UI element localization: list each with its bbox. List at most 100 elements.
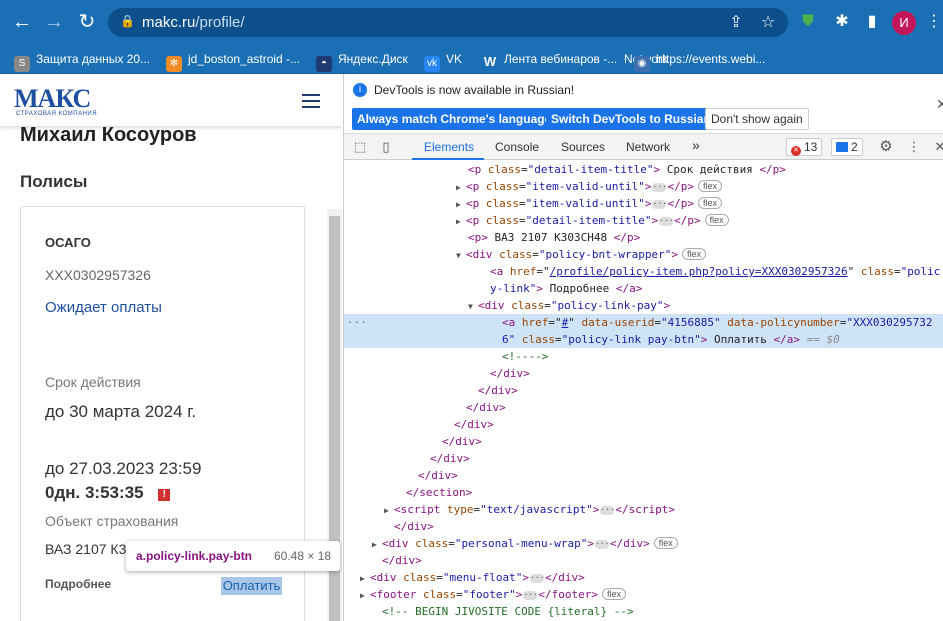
devtools-menu-icon[interactable]: ⋮ — [906, 139, 922, 155]
vk-icon: vk — [424, 56, 440, 72]
shield-extension-icon[interactable]: ⛊ — [798, 12, 818, 32]
dom-node-line[interactable]: ▶ <div class="menu-float">···</div> — [360, 569, 585, 586]
address-bar[interactable]: 🔒 makc.ru/profile/ ⇪ ☆ — [108, 8, 788, 37]
dom-node-line[interactable]: <a href="/profile/policy-item.php?policy… — [490, 263, 940, 280]
joomla-icon: ✻ — [166, 56, 182, 72]
devtools-toolbar: ⬚ ▯ Elements Console Sources Network » ✕… — [344, 134, 943, 160]
due-date: до 27.03.2023 23:59 — [45, 459, 202, 478]
dom-node-line[interactable]: </div> — [490, 365, 530, 382]
pay-link[interactable]: Оплатить — [221, 577, 282, 595]
dom-node-line[interactable]: 6" class="policy-link pay-btn"> Оплатить… — [344, 331, 943, 348]
dom-node-line[interactable]: </div> — [478, 382, 518, 399]
more-link[interactable]: Подробнее — [45, 577, 111, 591]
dont-show-button[interactable]: Don't show again — [705, 108, 809, 130]
inspect-element-icon[interactable]: ⬚ — [352, 139, 368, 155]
dom-node-line[interactable]: </div> — [430, 450, 470, 467]
more-tabs-icon[interactable]: » — [692, 137, 700, 153]
bookmark-item[interactable]: ◓ Яндекс.Диск — [316, 50, 408, 72]
extensions-puzzle-icon[interactable]: ✱ — [832, 12, 852, 32]
dom-node-line[interactable]: ▶ <p class="item-valid-until">···</p> flex — [456, 195, 722, 212]
share-icon[interactable]: ⇪ — [726, 13, 746, 33]
dom-node-line[interactable]: ▶ <div class="personal-menu-wrap">···</di… — [372, 535, 678, 552]
policy-number: XXX0302957326 — [45, 267, 151, 283]
message-count-badge[interactable]: 2 — [831, 138, 863, 156]
site-logo[interactable]: МАКС — [14, 84, 91, 114]
w-icon: W — [483, 54, 497, 69]
bookmarks-bar: S Защита данных 20... ✻ jd_boston_astroid … — [0, 44, 943, 74]
dom-node-line[interactable]: ▶ <footer class="footer">···</footer> flex — [360, 586, 626, 603]
bookmark-item[interactable]: S Защита данных 20... — [14, 50, 150, 72]
policy-type: ОСАГО — [45, 235, 91, 250]
tab-network[interactable]: Network — [626, 140, 670, 154]
forward-icon[interactable]: → — [42, 10, 66, 34]
bookmark-item[interactable]: ◉ https://events.webi... — [634, 50, 765, 72]
settings-gear-icon[interactable]: ⚙ — [878, 139, 894, 155]
devtools-infobar: i DevTools is now available in Russian! … — [344, 74, 943, 134]
infobar-text: DevTools is now available in Russian! — [374, 83, 575, 97]
url-text: makc.ru/profile/ — [142, 14, 245, 31]
section-title: Полисы — [20, 172, 88, 191]
tab-console[interactable]: Console — [495, 140, 539, 154]
dom-node-line[interactable]: <!----> — [502, 348, 548, 365]
dom-node-line[interactable]: ▼ <div class="policy-link-pay"> — [468, 297, 670, 314]
object-value: ВАЗ 2107 К3 — [45, 541, 127, 557]
dom-node-line[interactable]: </div> — [466, 399, 506, 416]
warning-icon: ! — [158, 489, 171, 501]
globe-icon: ◉ — [634, 56, 650, 72]
scalable-icon: S — [14, 56, 30, 72]
close-icon[interactable]: ✕ — [936, 96, 943, 113]
dom-node-line[interactable]: </div> — [442, 433, 482, 450]
side-panel-icon[interactable]: ▮ — [862, 12, 882, 32]
dom-node-line[interactable]: ··· <a href="#" data-userid="4156885" dat… — [344, 314, 943, 331]
user-name: Михаил Косоуров — [20, 124, 197, 146]
tab-sources[interactable]: Sources — [561, 140, 605, 154]
dom-node-line[interactable]: ▼ <div class="policy-bnt-wrapper"> flex — [456, 246, 706, 263]
tab-elements[interactable]: Elements — [424, 140, 474, 154]
dom-node-line[interactable]: ▶ <p class="detail-item-title">···</p> fle… — [456, 212, 729, 229]
inspect-tooltip: a.policy-link.pay-btn 60.48 × 18 — [126, 541, 340, 571]
validity-value: до 30 марта 2024 г. — [45, 402, 197, 421]
bookmark-item[interactable]: vk VK — [424, 50, 462, 72]
error-icon: ✕ — [791, 146, 801, 156]
dom-node-line[interactable]: </div> — [454, 416, 494, 433]
elements-tree: <p class="detail-item-title"> Срок дейст… — [344, 160, 943, 621]
dom-node-line[interactable]: <p> ВАЗ 2107 К303СН48 </p> — [468, 229, 640, 246]
message-icon — [836, 142, 848, 152]
dom-node-line[interactable]: ▶ <script type="text/javascript">···</scr… — [384, 501, 675, 518]
object-label: Объект страхования — [45, 513, 179, 529]
dom-node-line[interactable]: ▶ <p class="item-valid-until">···</p> flex — [456, 178, 722, 195]
bookmark-item[interactable]: W Лента вебинаров -... — [482, 50, 617, 69]
yandex-disk-icon: ◓ — [316, 56, 332, 72]
bookmark-star-icon[interactable]: ☆ — [758, 13, 778, 33]
menu-kebab-icon[interactable]: ⋮ — [924, 12, 943, 32]
back-icon[interactable]: ← — [10, 10, 34, 34]
lock-icon: 🔒 — [120, 14, 135, 28]
site-header: МАКС СТРАХОВАЯ КОМПАНИЯ — [0, 74, 342, 126]
dom-node-line[interactable]: <p class="detail-item-title"> Срок дейст… — [468, 161, 786, 178]
site-logo-subtitle: СТРАХОВАЯ КОМПАНИЯ — [16, 111, 98, 117]
device-toggle-icon[interactable]: ▯ — [378, 139, 394, 155]
dom-node-line[interactable]: </div> — [394, 518, 434, 535]
dom-node-line[interactable]: </div> — [382, 552, 422, 569]
tooltip-selector: a.policy-link.pay-btn — [136, 549, 253, 563]
reload-icon[interactable]: ↻ — [75, 10, 99, 34]
validity-label: Срок действия — [45, 374, 141, 390]
error-count-badge[interactable]: ✕ 13 — [786, 138, 823, 156]
profile-avatar[interactable]: И — [892, 11, 916, 35]
policy-status: Ожидает оплаты — [45, 299, 162, 316]
countdown: 0дн. 3:53:35 ! — [45, 483, 171, 503]
website-viewport: МАКС СТРАХОВАЯ КОМПАНИЯ Михаил Косоуров … — [0, 74, 342, 621]
tooltip-size: 60.48 × 18 — [274, 549, 332, 563]
devtools-panel: i DevTools is now available in Russian! … — [343, 74, 943, 621]
bookmark-item[interactable]: ✻ jd_boston_astroid -... — [166, 50, 300, 72]
dom-node-line[interactable]: <!-- BEGIN JIVOSITE CODE {literal} --> — [382, 603, 634, 620]
close-devtools-icon[interactable]: ✕ — [932, 139, 943, 155]
match-language-button[interactable]: Always match Chrome's language — [352, 108, 557, 130]
dom-node-line[interactable]: y-link"> Подробнее </a> — [490, 280, 642, 297]
dom-node-line[interactable]: </div> — [418, 467, 458, 484]
hamburger-menu-icon[interactable] — [302, 94, 320, 108]
dom-node-line[interactable]: </section> — [406, 484, 472, 501]
switch-russian-button[interactable]: Switch DevTools to Russian — [546, 108, 716, 130]
info-icon: i — [353, 83, 367, 97]
browser-toolbar: ← → ↻ 🔒 makc.ru/profile/ ⇪ ☆ ⛊ ✱ ▮ И ⋮ — [0, 0, 943, 44]
